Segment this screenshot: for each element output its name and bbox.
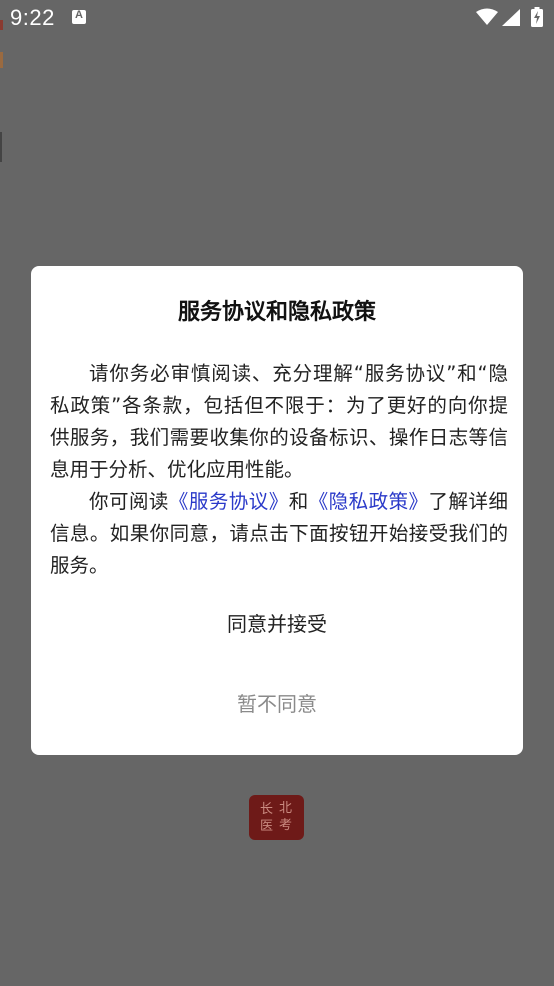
cell-signal-icon xyxy=(502,9,520,26)
paragraph-2-prefix: 你可阅读 xyxy=(89,490,169,513)
font-a-icon: A xyxy=(72,9,86,24)
privacy-policy-link[interactable]: 《隐私政策》 xyxy=(309,490,429,513)
dialog-body: 请你务必审慎阅读、充分理解“服务协议”和“隐私政策”各条款，包括但不限于：为了更… xyxy=(50,358,508,582)
privacy-dialog: 服务协议和隐私政策 请你务必审慎阅读、充分理解“服务协议”和“隐私政策”各条款，… xyxy=(31,266,523,755)
background-edge-mark xyxy=(0,20,3,30)
background-edge-mark xyxy=(0,52,3,68)
service-agreement-link[interactable]: 《服务协议》 xyxy=(169,490,289,513)
status-time: 9:22 xyxy=(10,5,55,30)
dialog-paragraph-2: 你可阅读《服务协议》和《隐私政策》了解详细信息。如果你同意，请点击下面按钮开始接… xyxy=(50,486,508,582)
wifi-icon xyxy=(476,8,498,25)
agree-button[interactable]: 同意并接受 xyxy=(31,604,523,644)
logo-char: 医 xyxy=(260,819,274,834)
logo-char: 北 xyxy=(279,801,293,816)
dialog-title: 服务协议和隐私政策 xyxy=(177,300,376,325)
paragraph-2-and: 和 xyxy=(288,490,309,513)
logo-char: 长 xyxy=(260,802,274,817)
disagree-button[interactable]: 暂不同意 xyxy=(31,684,523,724)
app-logo: 北 长 考 医 xyxy=(249,795,304,840)
dialog-paragraph-1: 请你务必审慎阅读、充分理解“服务协议”和“隐私政策”各条款，包括但不限于：为了更… xyxy=(50,362,508,481)
battery-charging-icon xyxy=(531,7,543,27)
background-edge-mark xyxy=(0,132,2,162)
logo-char: 考 xyxy=(279,818,293,833)
status-bar: 9:22 A xyxy=(0,0,554,36)
